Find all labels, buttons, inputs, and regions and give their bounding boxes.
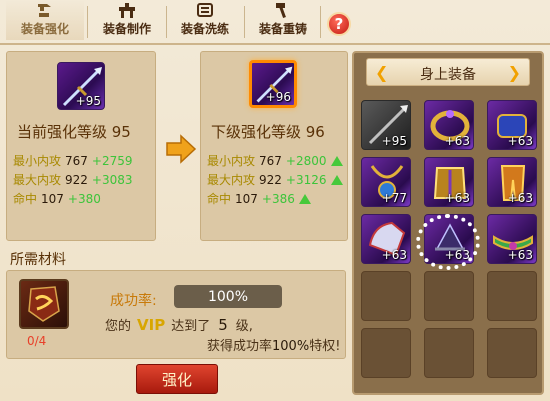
help-button[interactable]: ? <box>327 12 351 36</box>
forge-window: 装备强化 装备制作 装备洗练 装备重铸 ? +95 当前强化等级 95 最小内攻… <box>0 0 550 401</box>
increase-arrow-icon <box>330 156 343 166</box>
equip-slot-empty[interactable] <box>424 271 474 321</box>
equip-slot[interactable]: +63 <box>361 214 411 264</box>
tab-craft[interactable]: 装备制作 <box>88 0 166 40</box>
increase-arrow-icon <box>298 194 311 204</box>
current-item-slot[interactable]: +95 <box>57 62 105 110</box>
upgrade-arrow-icon <box>165 134 197 168</box>
tab-enhance-label: 装备强化 <box>20 22 69 36</box>
current-level-title: 当前强化等级 95 <box>17 123 131 141</box>
material-count: 0/4 <box>27 334 47 348</box>
current-stat-row: 最大内攻 922 +3083 <box>13 173 133 187</box>
next-item-level: +96 <box>265 90 291 104</box>
equip-slot-empty[interactable] <box>361 271 411 321</box>
next-stat-row: 最小内攻 767 +2800 <box>207 152 343 169</box>
anvil-icon <box>34 1 56 19</box>
next-item-slot[interactable]: +96 <box>249 60 297 108</box>
current-item-level: +95 <box>75 94 101 108</box>
equip-slot[interactable]: +63 <box>487 157 537 207</box>
vip-line: 您的 VIP 达到了 5 级, <box>105 316 253 334</box>
workbench-icon <box>116 1 138 19</box>
equip-slot[interactable]: +77 <box>361 157 411 207</box>
equip-slot[interactable]: +63 <box>424 157 474 207</box>
hammer-icon <box>272 1 294 19</box>
success-rate-label: 成功率: <box>110 293 157 309</box>
material-slot[interactable] <box>19 279 69 329</box>
tab-craft-label: 装备制作 <box>102 22 151 36</box>
equip-slot[interactable]: +63 <box>424 100 474 150</box>
equip-slot-empty[interactable] <box>424 328 474 378</box>
tab-refine[interactable]: 装备洗练 <box>166 0 244 40</box>
scroll-icon <box>194 1 216 19</box>
next-level-panel: +96 下级强化等级 96 最小内攻 767 +2800 最大内攻 922 +3126 … <box>200 51 348 241</box>
selection-ring <box>416 214 480 270</box>
equip-slot[interactable]: +63 <box>487 214 537 264</box>
current-level-panel: +95 当前强化等级 95 最小内攻 767 +2759 最大内攻 922 +3083 … <box>6 51 156 241</box>
increase-arrow-icon <box>330 175 343 185</box>
tab-enhance[interactable]: 装备强化 <box>6 0 84 40</box>
tab-reforge[interactable]: 装备重铸 <box>244 0 322 40</box>
enhance-button[interactable]: 强化 <box>136 364 218 394</box>
success-rate-value: 100% <box>174 285 282 308</box>
next-stat-row: 最大内攻 922 +3126 <box>207 171 343 188</box>
materials-title: 所需材料 <box>10 252 66 268</box>
current-stat-row: 最小内攻 767 +2759 <box>13 154 133 168</box>
equip-slot-empty[interactable] <box>361 328 411 378</box>
next-level-title: 下级强化等级 96 <box>211 123 325 141</box>
equip-slot-empty[interactable] <box>487 328 537 378</box>
next-stat-row: 命中 107 +386 <box>207 190 311 207</box>
next-page-icon[interactable]: ❯ <box>508 63 521 82</box>
equipped-title: 身上装备 <box>420 67 476 83</box>
equipped-header: ❮ 身上装备 ❯ <box>366 58 530 86</box>
materials-panel: 0/4 成功率: 100% 您的 VIP 达到了 5 级, 获得成功率100%特权! <box>6 270 346 359</box>
equip-slot-empty[interactable] <box>487 271 537 321</box>
tab-refine-label: 装备洗练 <box>180 22 229 36</box>
tab-reforge-label: 装备重铸 <box>258 22 307 36</box>
equip-slot[interactable]: +95 <box>361 100 411 150</box>
current-stat-row: 命中 107 +380 <box>13 192 101 206</box>
tab-bar: 装备强化 装备制作 装备洗练 装备重铸 ? <box>0 0 550 42</box>
equip-slot[interactable]: +63 <box>487 100 537 150</box>
enhance-stone-icon <box>28 286 60 322</box>
vip-bonus-line: 获得成功率100%特权! <box>207 339 341 354</box>
